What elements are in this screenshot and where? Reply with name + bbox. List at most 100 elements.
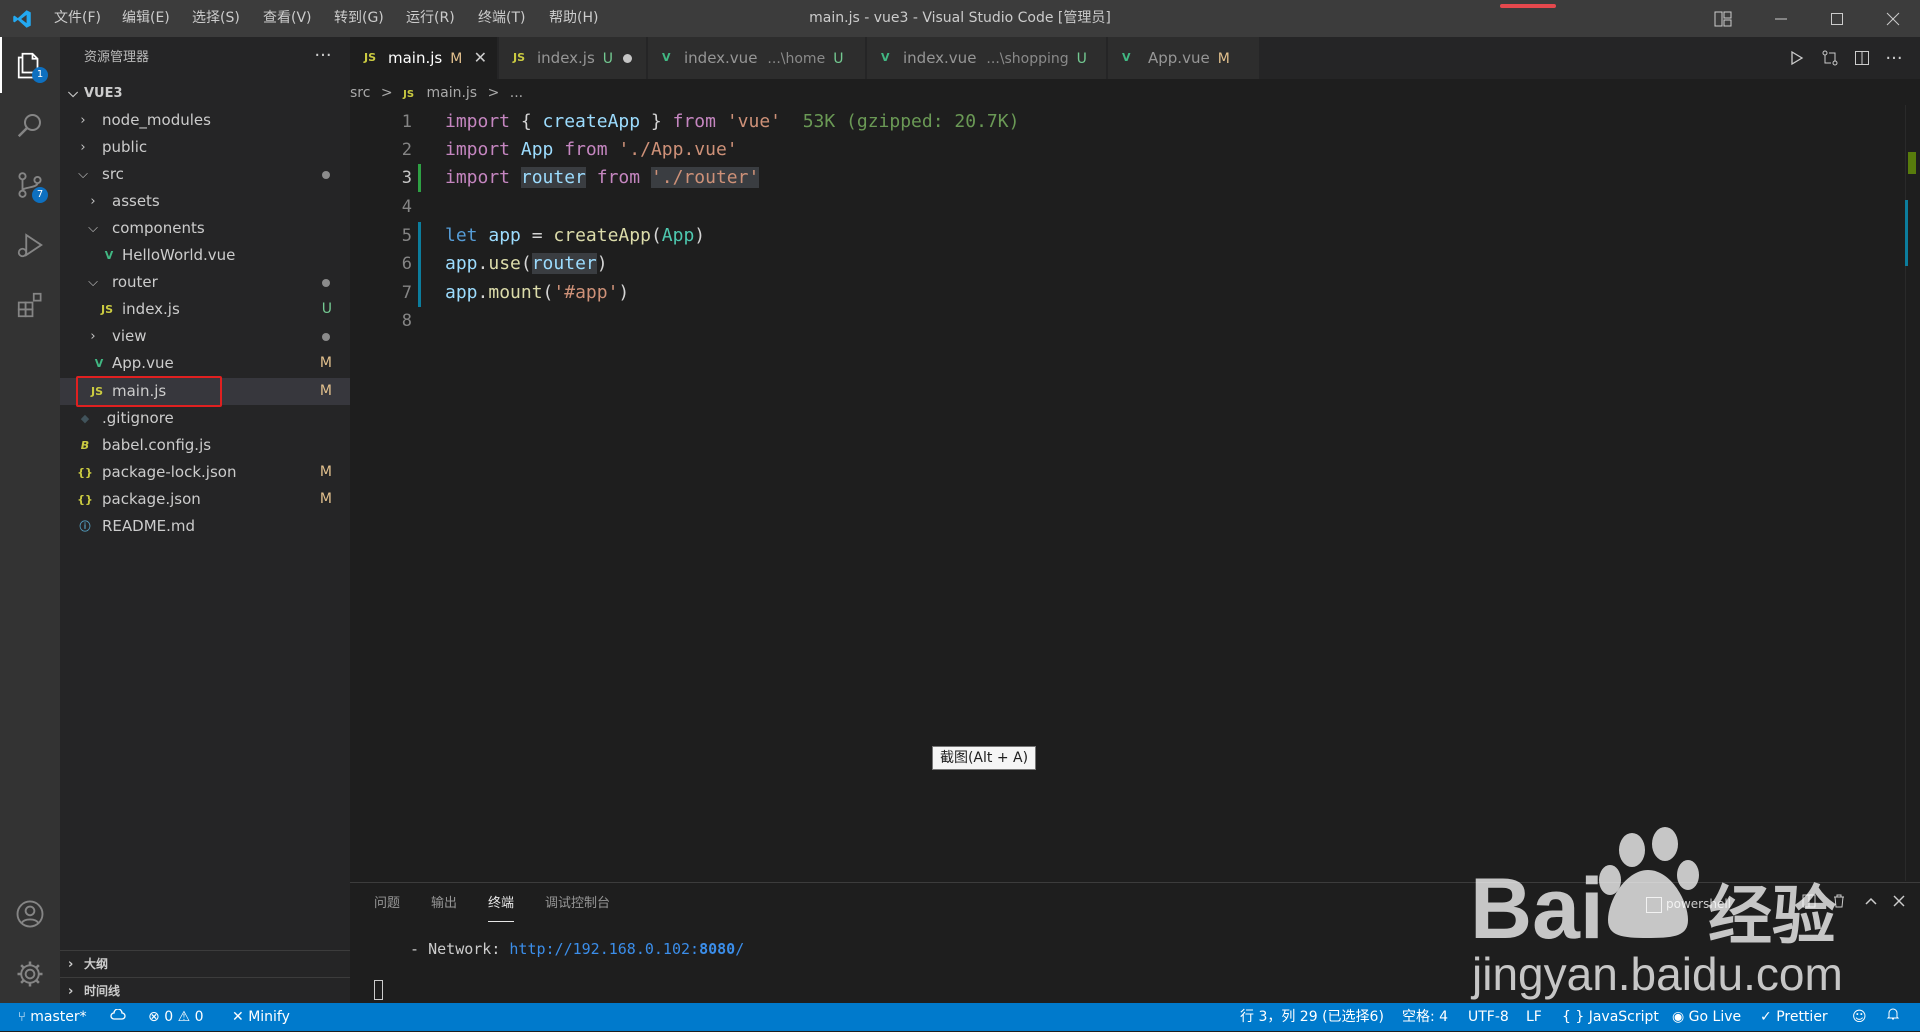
tree-item-src[interactable]: ⌵ src [60,161,350,188]
language-mode[interactable]: { } JavaScript [1562,1003,1659,1031]
prettier-button[interactable]: ✓ Prettier [1760,1003,1828,1031]
breadcrumb-folder[interactable]: src [350,85,370,101]
more-actions-icon[interactable]: ··· [310,37,336,79]
panel-tab-terminal[interactable]: 终端 [488,886,515,922]
problems-indicator[interactable]: ⊗ 0 ⚠ 0 [148,1003,204,1031]
close-tab-icon[interactable]: ✕ [474,37,487,79]
tab-app-vue[interactable]: V App.vue M [1108,37,1260,79]
js-file-icon: JS [513,51,526,64]
menu-file[interactable]: 文件(F) [54,0,101,37]
chevron-down-icon: ⌵ [68,86,78,101]
breadcrumb-file[interactable]: main.js [426,85,477,101]
panel-tab-problems[interactable]: 问题 [374,886,400,922]
run-file-icon[interactable] [1780,37,1812,79]
code-line-5[interactable]: let app = createApp(App) [445,222,705,250]
compare-changes-icon[interactable] [1814,37,1846,79]
account-icon[interactable] [0,886,60,942]
scrollbar-marker [1908,152,1916,174]
code-line-6[interactable]: app.use(router) [445,250,608,278]
tab-main-js[interactable]: JS main.js M ✕ [350,37,498,79]
cursor-position[interactable]: 行 3，列 29 (已选择6) [1240,1003,1384,1031]
line-number: 6 [401,254,412,274]
menu-selection[interactable]: 选择(S) [192,0,240,37]
terminal-output[interactable]: - Network: http://192.168.0.102:8080/ [392,937,744,961]
menu-edit[interactable]: 编辑(E) [122,0,170,37]
menu-terminal[interactable]: 终端(T) [478,0,525,37]
notifications-bell-icon[interactable] [1886,1003,1900,1031]
unsaved-dot-icon[interactable] [623,54,632,63]
code-line-1[interactable]: import { createApp } from 'vue' 53K (gzi… [445,108,1019,136]
tree-item-node-modules[interactable]: › node_modules [60,107,350,134]
menu-help[interactable]: 帮助(H) [549,0,598,37]
modified-dot [322,171,330,179]
source-control-icon[interactable]: 7 [0,157,60,213]
tree-item-router[interactable]: ⌵ router [60,269,350,296]
vue-file-icon: V [94,357,104,370]
code-line-7[interactable]: app.mount('#app') [445,279,629,307]
branch-indicator[interactable]: ⑂ master* [18,1003,87,1031]
extensions-icon[interactable] [0,277,60,333]
braces-icon: { } [1562,1009,1585,1025]
tree-item-package-json[interactable]: {} package.json M [60,486,350,513]
settings-gear-icon[interactable] [0,946,60,1002]
js-file-icon: JS [364,51,377,64]
tree-item-app-vue[interactable]: V App.vue M [60,350,350,377]
tree-item-readme[interactable]: ⓘ README.md [60,513,350,540]
minify-button[interactable]: ✕ Minify [232,1003,290,1031]
git-branch-icon: ⑂ [18,1010,26,1025]
menu-view[interactable]: 查看(V) [263,0,312,37]
menu-run[interactable]: 运行(R) [406,0,455,37]
split-terminal-icon[interactable] [1796,888,1822,914]
recording-indicator [1500,4,1556,8]
sync-icon[interactable] [110,1003,126,1031]
trash-icon[interactable] [1826,888,1852,914]
tree-item-index-js[interactable]: JS index.js U [60,296,350,323]
warning-icon: ⚠ [177,1009,191,1025]
panel-tab-output[interactable]: 输出 [431,886,457,922]
chevron-down-icon: ⌵ [78,167,88,182]
close-window-icon[interactable] [1870,0,1916,37]
indentation[interactable]: 空格: 4 [1402,1003,1448,1031]
line-number: 7 [401,283,412,303]
split-editor-icon[interactable] [1846,37,1878,79]
tree-item-assets[interactable]: › assets [60,188,350,215]
code-line-2[interactable]: import App from './App.vue' [445,136,738,164]
tree-item-package-lock[interactable]: {} package-lock.json M [60,459,350,486]
explorer-icon[interactable]: 1 [0,37,60,93]
tree-item-babel-config[interactable]: B babel.config.js [60,432,350,459]
code-line-3[interactable]: import router from './router' [445,164,760,192]
menu-goto[interactable]: 转到(G) [334,0,384,37]
error-icon: ⊗ [148,1009,160,1025]
tree-item-public[interactable]: › public [60,134,350,161]
terminal-shell-selector[interactable]: powershell [1646,892,1731,916]
js-file-icon: JS [403,89,415,100]
outline-section[interactable]: › 大纲 [60,950,350,977]
tree-item-gitignore[interactable]: ◆ .gitignore [60,405,350,432]
editor-more-icon[interactable]: ··· [1878,37,1910,79]
encoding[interactable]: UTF-8 [1468,1003,1509,1031]
workspace-root[interactable]: ⌵ VUE3 [60,80,350,107]
timeline-section[interactable]: › 时间线 [60,977,350,1004]
panel-tab-debug-console[interactable]: 调试控制台 [545,886,610,922]
close-panel-icon[interactable] [1886,888,1912,914]
git-file-icon: ◆ [80,412,90,425]
feedback-icon[interactable]: ☺ [1852,1003,1867,1031]
tab-index-js[interactable]: JS index.js U [499,37,647,79]
vue-file-icon: V [104,249,114,262]
go-live-button[interactable]: ◉ Go Live [1672,1003,1741,1031]
maximize-icon[interactable] [1814,0,1860,37]
tree-item-helloworld-vue[interactable]: V HelloWorld.vue [60,242,350,269]
chevron-up-icon[interactable] [1858,888,1884,914]
minimize-icon[interactable] [1758,0,1804,37]
tree-item-view[interactable]: › view [60,323,350,350]
breadcrumb-symbols[interactable]: ... [510,85,523,101]
scm-badge: 7 [32,187,48,203]
search-icon[interactable] [0,97,60,153]
explorer-badge: 1 [32,67,48,83]
tree-item-components[interactable]: ⌵ components [60,215,350,242]
run-debug-icon[interactable] [0,217,60,273]
tab-index-vue-shopping[interactable]: V index.vue ...\shopping U [867,37,1107,79]
tab-index-vue-home[interactable]: V index.vue ...\home U [648,37,866,79]
line-ending[interactable]: LF [1526,1003,1542,1031]
layout-icon[interactable] [1700,0,1746,37]
